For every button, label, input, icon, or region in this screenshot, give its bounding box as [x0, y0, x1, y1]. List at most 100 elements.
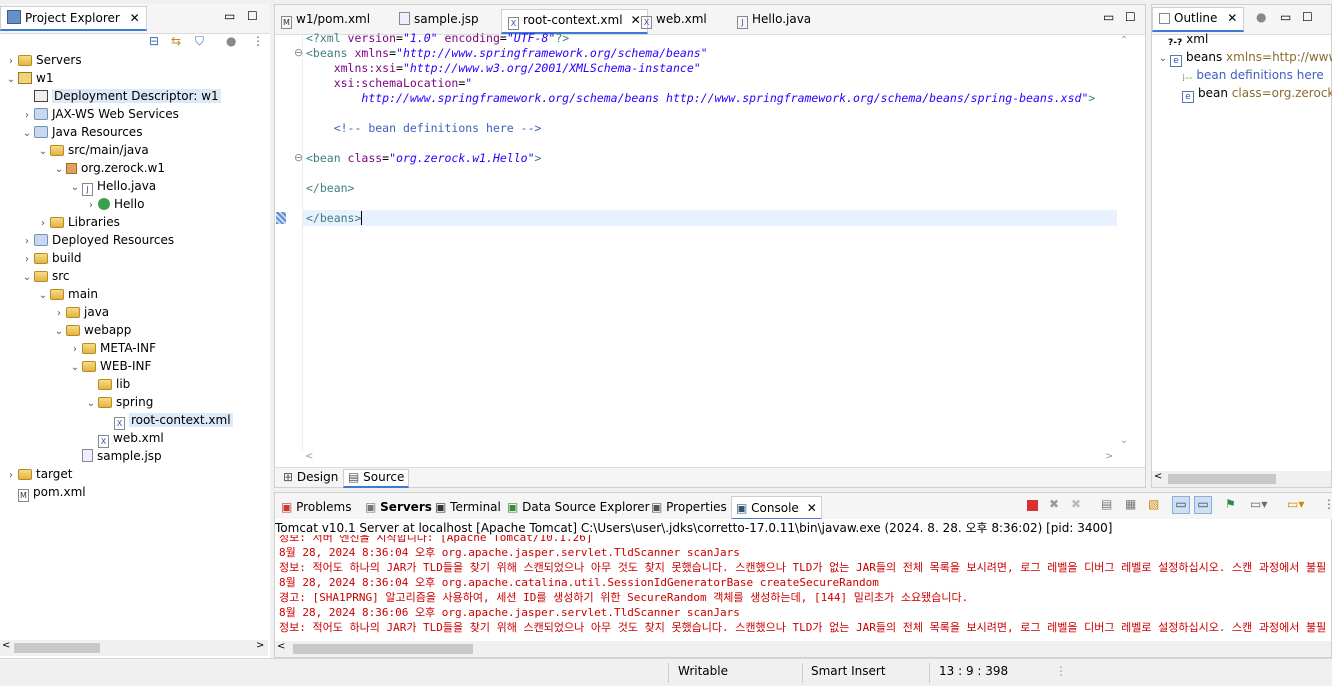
view-menu-icon[interactable]: ⋮ — [1323, 497, 1332, 511]
tree-item[interactable]: Xroot-context.xml — [100, 411, 233, 430]
clear-console-icon[interactable]: ▤ — [1101, 497, 1112, 511]
tree-item[interactable]: ⌄ src/main/java — [36, 141, 149, 159]
maximize-icon[interactable]: ☐ — [1302, 10, 1313, 24]
tree-item[interactable]: ⌄ w1 — [4, 69, 54, 89]
minimize-icon[interactable]: ▭ — [224, 9, 235, 23]
tree-item[interactable]: ⌄ Java Resources — [20, 123, 143, 143]
remove-launch-icon[interactable]: ✖ — [1049, 497, 1059, 511]
tree-item[interactable]: › Libraries — [36, 213, 120, 231]
view-menu-icon[interactable]: ⋮ — [252, 34, 264, 48]
tab-design[interactable]: ⊞ Design — [279, 470, 342, 488]
tree-item[interactable]: Deployment Descriptor: w1 — [20, 87, 221, 105]
minimize-icon[interactable]: ▭ — [1280, 10, 1291, 24]
remove-all-icon[interactable]: ✖ — [1071, 497, 1081, 511]
tab-project-explorer[interactable]: Project Explorer ✕ — [0, 6, 147, 31]
tree-item[interactable]: Xweb.xml — [84, 429, 164, 448]
tree-item[interactable]: › Servers — [4, 51, 82, 69]
display-console-icon[interactable]: ▭▾ — [1250, 497, 1267, 511]
tree-item[interactable]: ⌄ src — [20, 267, 70, 285]
current-line-highlight — [303, 210, 1117, 226]
editor-vscrollbar[interactable]: ⌃ ⌄ — [1117, 35, 1133, 451]
tree-item[interactable]: › Hello — [84, 195, 144, 213]
status-insert-mode[interactable]: Smart Insert — [811, 664, 886, 678]
focus-icon[interactable]: ● — [226, 34, 236, 48]
close-icon[interactable]: ✕ — [1227, 11, 1237, 25]
outline-hscrollbar[interactable]: < — [1152, 471, 1331, 487]
tab-console[interactable]: ▣ Console ✕ — [731, 496, 822, 520]
close-icon[interactable]: ✕ — [807, 501, 817, 515]
hide-attributes-icon[interactable]: ● — [1256, 10, 1266, 24]
editor-tab[interactable]: J Hello.java — [731, 9, 817, 34]
tree-item[interactable]: ⌄ main — [36, 285, 98, 303]
tab-servers[interactable]: ▣ Servers — [361, 496, 436, 520]
editor-tab[interactable]: Xweb.xml — [635, 9, 713, 34]
tab-terminal[interactable]: ▣ Terminal — [431, 496, 505, 520]
scroll-thumb[interactable] — [1168, 474, 1276, 484]
scroll-thumb[interactable] — [14, 643, 100, 653]
link-with-editor-icon[interactable]: ⇆ — [171, 34, 181, 48]
tab-problems[interactable]: ▣ Problems — [277, 496, 355, 520]
minimize-icon[interactable]: ▭ — [1103, 10, 1114, 24]
chevron-down-icon[interactable]: ⌄ — [4, 71, 18, 89]
tree-item[interactable]: ⌄ spring — [84, 393, 154, 413]
tree-item[interactable]: Mpom.xml — [4, 483, 86, 502]
chevron-down-icon[interactable]: ⌄ — [68, 359, 82, 377]
outline-item[interactable]: ⌄ e beans xmlns=http://www. — [1156, 48, 1332, 68]
collapse-all-icon[interactable]: ⊟ — [149, 34, 159, 48]
console-hscrollbar[interactable]: < — [275, 641, 1331, 657]
tree-item[interactable]: ⌄ J Hello.java — [68, 177, 156, 197]
tree-item[interactable]: ⌄ org.zerock.w1 — [52, 159, 165, 177]
console-output[interactable]: 정보: 서버 엔진을 시작합니다: [Apache Tomcat/10.1.26… — [275, 535, 1331, 641]
open-console-icon[interactable]: ▭▾ — [1287, 497, 1304, 511]
explorer-hscrollbar[interactable]: < > — [0, 640, 268, 656]
tab-properties[interactable]: ▣ Properties — [647, 496, 731, 520]
console-tab-label: Terminal — [450, 500, 501, 514]
scroll-lock-icon[interactable]: ▦ — [1125, 497, 1136, 511]
tab-outline[interactable]: Outline ✕ — [1152, 7, 1245, 32]
outline-item[interactable]: ⁞-- bean definitions here — [1182, 66, 1324, 84]
tree-item[interactable]: sample.jsp — [68, 447, 162, 465]
tree-item[interactable]: › build — [20, 249, 82, 267]
maximize-icon[interactable]: ☐ — [1125, 10, 1136, 24]
console-line: 정보: 적어도 하나의 JAR가 TLD들을 찾기 위해 스캔되었으나 아무 것… — [279, 621, 1327, 634]
filter-icon[interactable]: ⛉ — [195, 34, 204, 49]
tree-item[interactable]: ⌄ WEB-INF — [68, 357, 152, 377]
chevron-down-icon[interactable]: ⌄ — [20, 125, 34, 143]
tree-item[interactable]: › Deployed Resources — [20, 231, 174, 249]
editor-hscrollbar[interactable]: < > — [303, 451, 1117, 467]
word-wrap-icon[interactable]: ▧ — [1148, 497, 1159, 511]
folder-icon — [34, 271, 48, 282]
show-stdout-icon[interactable]: ▭ — [1172, 496, 1190, 514]
chevron-down-icon[interactable]: ⌄ — [20, 269, 34, 287]
chevron-down-icon[interactable]: ⌄ — [68, 179, 82, 197]
status-menu-icon[interactable]: ⋮ — [1055, 664, 1067, 678]
status-bar: Writable Smart Insert 13 : 9 : 398 ⋮ — [0, 658, 1332, 686]
outline-item[interactable]: ebean class=org.zerock.w — [1182, 84, 1332, 103]
tree-item[interactable]: ⌄ webapp — [52, 321, 132, 341]
fold-toggle-icon[interactable]: ⊖ — [294, 46, 303, 59]
chevron-down-icon[interactable]: ⌄ — [52, 323, 66, 341]
chevron-down-icon[interactable]: ⌄ — [52, 161, 66, 179]
terminate-icon[interactable] — [1027, 500, 1038, 511]
chevron-down-icon[interactable]: ⌄ — [84, 395, 98, 413]
tree-item[interactable]: › JAX-WS Web Services — [20, 105, 179, 123]
element-icon: e — [1170, 55, 1182, 67]
close-icon[interactable]: ✕ — [130, 11, 140, 25]
chevron-down-icon[interactable]: ⌄ — [36, 143, 50, 161]
show-stderr-icon[interactable]: ▭ — [1194, 496, 1212, 514]
tab-source[interactable]: ▤ Source — [343, 469, 410, 488]
tree-item-label: META-INF — [100, 341, 157, 355]
folder-icon — [66, 325, 80, 336]
tree-item[interactable]: › java — [52, 303, 109, 321]
chevron-down-icon[interactable]: ⌄ — [1156, 50, 1170, 68]
pin-console-icon[interactable]: ⚑ — [1225, 497, 1236, 511]
scroll-thumb[interactable] — [293, 644, 473, 654]
fold-toggle-icon[interactable]: ⊖ — [294, 151, 303, 164]
tree-item[interactable]: › target — [4, 465, 73, 483]
tab-data-source-explorer[interactable]: ▣ Data Source Explorer — [503, 496, 654, 520]
chevron-down-icon[interactable]: ⌄ — [36, 287, 50, 305]
outline-item[interactable]: ?-? xml — [1168, 30, 1208, 48]
maximize-icon[interactable]: ☐ — [247, 9, 258, 23]
tree-item[interactable]: lib — [84, 375, 130, 393]
tree-item[interactable]: › META-INF — [68, 339, 156, 357]
